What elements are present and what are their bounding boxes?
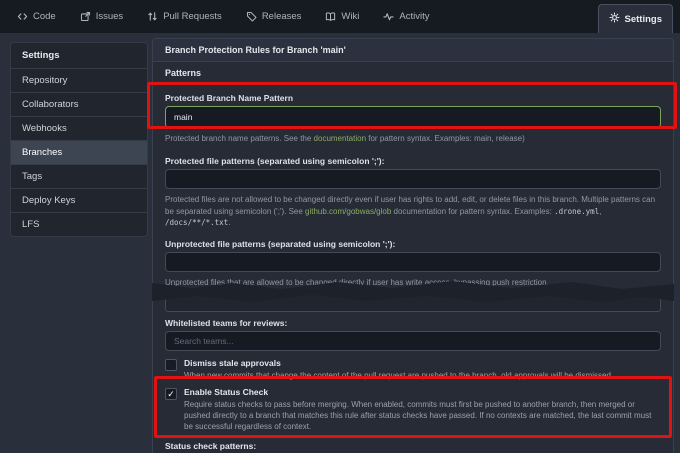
nav-tab-settings[interactable]: Settings (598, 4, 673, 33)
help-text: documentation for pattern syntax. Exampl… (391, 207, 554, 216)
dismiss-stale-approvals-row: Dismiss stale approvals When new commits… (165, 358, 661, 381)
enable-status-check-checkbox[interactable]: ✓ (165, 388, 177, 400)
patterns-fields: Protected Branch Name Pattern Protected … (153, 85, 673, 288)
nav-tab-releases[interactable]: Releases (246, 11, 302, 22)
page-title: Branch Protection Rules for Branch 'main… (153, 39, 673, 62)
protected-file-patterns-help: Protected files are not allowed to be ch… (165, 194, 661, 229)
protected-file-patterns-label: Protected file patterns (separated using… (165, 156, 661, 166)
nav-tab-label: Activity (399, 11, 429, 22)
code-example: /docs/**/*.txt (165, 218, 228, 227)
gear-icon (609, 12, 620, 26)
checkmark: ✓ (167, 390, 175, 399)
enable-status-check-label: Enable Status Check (184, 387, 661, 397)
sidebar-item-collaborators[interactable]: Collaborators (10, 92, 148, 117)
help-text: . (228, 218, 230, 227)
help-text: Protected branch name patterns. See the (165, 134, 314, 143)
issues-icon (80, 11, 91, 22)
help-text: for pattern syntax. Examples: main, rele… (366, 134, 525, 143)
help-text: , (599, 207, 601, 216)
enable-status-check-row: ✓ Enable Status Check Require status che… (165, 387, 661, 432)
code-icon (17, 11, 28, 22)
unprotected-file-patterns-field: Unprotected file patterns (separated usi… (165, 239, 661, 288)
nav-tab-issues[interactable]: Issues (80, 11, 123, 22)
protected-branch-name-help: Protected branch name patterns. See the … (165, 133, 661, 144)
pull-request-icon (147, 11, 158, 22)
code-example: .drone.yml (554, 207, 599, 216)
search-teams-input[interactable] (165, 331, 661, 351)
enable-status-check-text: Enable Status Check Require status check… (184, 387, 661, 432)
nav-tab-wiki[interactable]: Wiki (325, 11, 359, 22)
protected-file-patterns-input[interactable] (165, 169, 661, 189)
sidebar-item-tags[interactable]: Tags (10, 164, 148, 189)
branch-protection-panel-lower: Whitelisted teams for reviews: Dismiss s… (152, 288, 674, 453)
nav-tab-pull-requests[interactable]: Pull Requests (147, 11, 222, 22)
documentation-link[interactable]: documentation (314, 134, 366, 143)
tag-icon (246, 11, 257, 22)
dismiss-stale-approvals-desc: When new commits that change the content… (184, 370, 661, 381)
nav-tab-label: Wiki (341, 11, 359, 22)
whitelisted-teams-label: Whitelisted teams for reviews: (165, 318, 661, 328)
branch-protection-settings-page: Code Issues Pull Requests Releases Wiki … (0, 0, 680, 453)
gobwas-glob-link[interactable]: github.com/gobwas/glob (305, 207, 391, 216)
whitelisted-teams-field (165, 331, 661, 351)
dismiss-stale-approvals-label: Dismiss stale approvals (184, 358, 661, 368)
unprotected-file-patterns-input[interactable] (165, 252, 661, 272)
sidebar-item-lfs[interactable]: LFS (10, 212, 148, 237)
nav-tab-label: Code (33, 11, 56, 22)
settings-sidebar: Settings Repository Collaborators Webhoo… (10, 42, 148, 237)
status-check-patterns-label: Status check patterns: (165, 441, 661, 451)
protected-branch-name-label: Protected Branch Name Pattern (165, 93, 661, 103)
nav-tab-label: Pull Requests (163, 11, 222, 22)
patterns-section-header: Patterns (153, 62, 673, 85)
sidebar-item-repository[interactable]: Repository (10, 68, 148, 93)
nav-tab-label: Issues (96, 11, 123, 22)
nav-tab-activity[interactable]: Activity (383, 11, 429, 22)
sidebar-header-settings: Settings (10, 42, 148, 69)
protected-file-patterns-field: Protected file patterns (separated using… (165, 156, 661, 229)
repo-navbar: Code Issues Pull Requests Releases Wiki … (0, 0, 680, 33)
sidebar-item-deploy-keys[interactable]: Deploy Keys (10, 188, 148, 213)
nav-tab-code[interactable]: Code (17, 11, 56, 22)
sidebar-item-branches[interactable]: Branches (10, 140, 148, 165)
book-icon (325, 11, 336, 22)
nav-tab-label: Releases (262, 11, 302, 22)
protected-branch-name-field: Protected Branch Name Pattern Protected … (165, 93, 661, 144)
enable-status-check-desc: Require status checks to pass before mer… (184, 399, 661, 432)
dismiss-stale-approvals-text: Dismiss stale approvals When new commits… (184, 358, 661, 381)
pulse-icon (383, 11, 394, 22)
branch-protection-panel-upper: Branch Protection Rules for Branch 'main… (152, 38, 674, 296)
protected-branch-name-input[interactable] (165, 106, 661, 128)
settings-tab-label: Settings (625, 14, 662, 25)
dismiss-stale-approvals-checkbox[interactable] (165, 359, 177, 371)
sidebar-item-webhooks[interactable]: Webhooks (10, 116, 148, 141)
unprotected-file-patterns-label: Unprotected file patterns (separated usi… (165, 239, 661, 249)
